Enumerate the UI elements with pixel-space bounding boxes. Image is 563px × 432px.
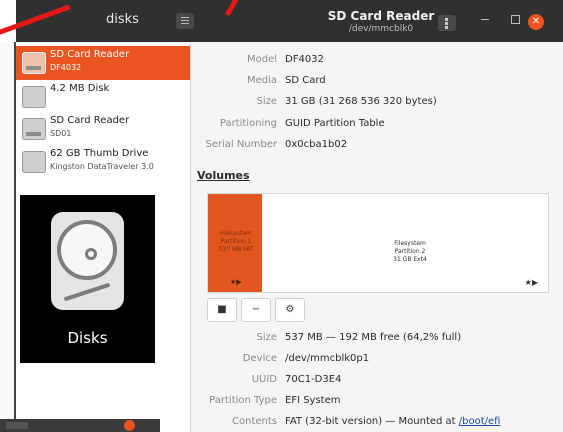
maximize-icon[interactable] <box>511 15 520 24</box>
prop-value: EFI System <box>285 395 341 406</box>
prop-value: GUID Partition Table <box>285 118 385 129</box>
header-bar: disks SD Card Reader /dev/mmcblk0 ✕ <box>16 0 563 42</box>
delete-partition-button[interactable]: − <box>241 298 271 322</box>
stop-button[interactable]: ■ <box>207 298 237 322</box>
disk-title: 62 GB Thumb Drive <box>50 148 149 159</box>
disk-item-4mb[interactable]: 4.2 MB Disk <box>16 80 190 114</box>
disks-app-icon: Disks <box>20 195 155 363</box>
background-window-button <box>6 422 28 429</box>
sd-card-icon <box>22 118 46 140</box>
prop-value: SD Card <box>285 75 326 86</box>
prop-key: Model <box>246 54 277 65</box>
prop-key: Device <box>242 353 277 364</box>
volume-map: Filesystem Partition 1 537 MB FAT ★▶ Fil… <box>207 193 549 293</box>
partition-settings-button[interactable]: ⚙ <box>275 298 305 322</box>
disk-title: SD Card Reader <box>50 49 130 60</box>
drive-options-icon[interactable] <box>438 15 456 31</box>
volumes-heading: Volumes <box>197 169 250 182</box>
drive-path: /dev/mmcblk0 <box>348 24 414 34</box>
prop-value: DF4032 <box>285 54 324 65</box>
partition-1-label: Filesystem Partition 1 537 MB FAT <box>218 230 254 253</box>
disk-item-sd-card-reader-2[interactable]: SD Card Reader SD01 <box>16 112 190 146</box>
partition-2-label: Filesystem Partition 2 31 GB Ext4 <box>393 240 427 263</box>
prop-media: Media SD Card <box>191 75 563 91</box>
prop-key: Contents <box>232 416 277 427</box>
prop-value: 0x0cba1b02 <box>285 139 348 150</box>
volume-toolbar: ■ − ⚙ <box>207 296 311 322</box>
drive-details: Model DF4032 Media SD Card Size 31 GB (3… <box>191 42 563 432</box>
prop-model: Model DF4032 <box>191 54 563 70</box>
disk-subtitle: DF4032 <box>50 63 82 72</box>
mount-point-link[interactable]: /boot/efi <box>459 416 501 427</box>
drive-title: SD Card Reader /dev/mmcblk0 <box>306 9 456 34</box>
mounted-star-icon: ★▶ <box>230 278 242 286</box>
prop-key: Partition Type <box>209 395 277 406</box>
prop-size: Size 31 GB (31 268 536 320 bytes) <box>191 96 563 112</box>
sd-card-icon <box>22 52 46 74</box>
prop-key: Media <box>246 75 277 86</box>
disk-title: SD Card Reader <box>50 115 130 126</box>
disks-app-label: Disks <box>67 329 108 347</box>
menu-icon[interactable] <box>176 13 194 29</box>
close-icon[interactable]: ✕ <box>528 14 544 30</box>
drive-name: SD Card Reader <box>327 9 435 23</box>
prop-key: Serial Number <box>205 139 277 150</box>
vol-prop-contents: Contents FAT (32-bit version) — Mounted … <box>191 416 563 432</box>
partition-2-star-icon: ★▶ <box>524 278 538 287</box>
window-edge-strip <box>0 42 16 432</box>
prop-serial: Serial Number 0x0cba1b02 <box>191 139 563 155</box>
vol-prop-size: Size 537 MB — 192 MB free (64,2% full) <box>191 332 563 348</box>
background-window-close-icon[interactable] <box>124 420 135 431</box>
disk-subtitle: Kingston DataTraveler 3.0 <box>50 162 154 171</box>
prop-key: UUID <box>251 374 277 385</box>
usb-drive-icon <box>22 151 46 173</box>
vol-prop-uuid: UUID 70C1-D3E4 <box>191 374 563 390</box>
prop-value: 537 MB — 192 MB free (64,2% full) <box>285 332 462 343</box>
minimize-icon[interactable] <box>481 19 489 20</box>
vol-prop-partition-type: Partition Type EFI System <box>191 395 563 411</box>
disk-item-thumb-drive[interactable]: 62 GB Thumb Drive Kingston DataTraveler … <box>16 145 190 179</box>
partition-1[interactable]: Filesystem Partition 1 537 MB FAT ★▶ <box>208 194 262 292</box>
disk-subtitle: SD01 <box>50 129 72 138</box>
prop-value: 31 GB (31 268 536 320 bytes) <box>285 96 437 107</box>
prop-partitioning: Partitioning GUID Partition Table <box>191 118 563 134</box>
prop-key: Size <box>256 332 277 343</box>
background-window-titlebar <box>0 419 160 432</box>
app-title: disks <box>106 12 139 27</box>
vol-prop-device: Device /dev/mmcblk0p1 <box>191 353 563 369</box>
prop-value: /dev/mmcblk0p1 <box>285 353 370 364</box>
prop-key: Partitioning <box>219 118 277 129</box>
hard-disk-icon <box>51 212 124 310</box>
disk-title: 4.2 MB Disk <box>50 83 110 94</box>
prop-value: 70C1-D3E4 <box>285 374 342 385</box>
disk-icon <box>22 86 46 108</box>
prop-key: Size <box>256 96 277 107</box>
disk-item-sd-card-reader[interactable]: SD Card Reader DF4032 <box>16 46 190 80</box>
prop-value: FAT (32-bit version) — Mounted at /boot/… <box>285 416 501 427</box>
